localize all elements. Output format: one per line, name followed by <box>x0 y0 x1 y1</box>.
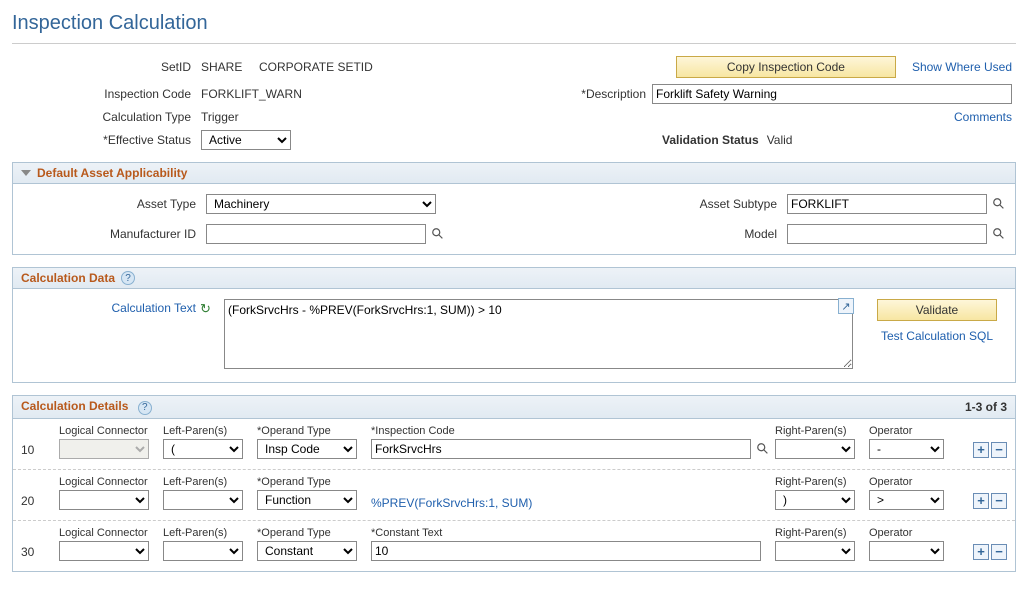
detail-row: 30 Logical Connector Left-Paren(s) Operand … <box>13 521 1015 571</box>
operand-value-label: Inspection Code <box>371 425 771 437</box>
function-link[interactable]: %PREV(ForkSrvcHrs:1, SUM) <box>371 496 532 510</box>
popout-icon[interactable]: ↗ <box>838 298 854 314</box>
row-count: 1-3 of 3 <box>965 400 1007 414</box>
lookup-icon[interactable] <box>430 226 446 242</box>
operand-type-label: Operand Type <box>257 425 367 437</box>
calculation-text-input[interactable]: (ForkSrvcHrs - %PREV(ForkSrvcHrs:1, SUM)… <box>224 299 853 369</box>
header-area: SetID SHARE CORPORATE SETID Copy Inspect… <box>12 56 1016 162</box>
help-icon[interactable]: ? <box>121 271 135 285</box>
left-paren-select[interactable] <box>163 541 243 561</box>
add-row-button[interactable]: + <box>973 442 989 458</box>
help-icon[interactable]: ? <box>138 401 152 415</box>
default-asset-section: Default Asset Applicability Asset Type M… <box>12 162 1016 255</box>
operand-type-select[interactable]: Function <box>257 490 357 510</box>
delete-row-button[interactable]: − <box>991 442 1007 458</box>
logical-connector-select[interactable] <box>59 490 149 510</box>
delete-row-button[interactable]: − <box>991 544 1007 560</box>
add-row-button[interactable]: + <box>973 493 989 509</box>
inspection-code-input[interactable] <box>371 439 751 459</box>
detail-row: 10 Logical Connector Left-Paren(s) ( Operand… <box>13 419 1015 470</box>
operand-type-label: Operand Type <box>257 476 367 488</box>
effective-status-label: Effective Status <box>16 133 201 147</box>
copy-inspection-code-button[interactable]: Copy Inspection Code <box>676 56 896 78</box>
left-paren-label: Left-Paren(s) <box>163 476 253 488</box>
left-paren-label: Left-Paren(s) <box>163 527 253 539</box>
calculation-type-value: Trigger <box>201 110 542 124</box>
row-sequence: 30 <box>21 545 55 561</box>
logical-connector-select <box>59 439 149 459</box>
operand-type-label: Operand Type <box>257 527 367 539</box>
validation-status-label: Validation Status <box>662 133 759 147</box>
right-paren-label: Right-Paren(s) <box>775 527 865 539</box>
left-paren-select[interactable] <box>163 490 243 510</box>
right-paren-select[interactable] <box>775 541 855 561</box>
default-asset-title: Default Asset Applicability <box>37 166 187 180</box>
setid-value: SHARE CORPORATE SETID <box>201 60 542 74</box>
setid-code: SHARE <box>201 60 242 74</box>
detail-row: 20 Logical Connector Left-Paren(s) Operand … <box>13 470 1015 521</box>
calculation-details-section: Calculation Details ? 1-3 of 3 10 Logical… <box>12 395 1016 572</box>
row-sequence: 20 <box>21 494 55 510</box>
details-body: 10 Logical Connector Left-Paren(s) ( Operand… <box>13 419 1015 571</box>
operand-type-select[interactable]: Insp Code <box>257 439 357 459</box>
model-label: Model <box>667 227 787 241</box>
setid-label: SetID <box>16 60 201 74</box>
asset-subtype-input[interactable] <box>787 194 987 214</box>
calculation-data-title: Calculation Data <box>21 271 115 285</box>
model-input[interactable] <box>787 224 987 244</box>
operator-label: Operator <box>869 425 949 437</box>
default-asset-header[interactable]: Default Asset Applicability <box>13 163 1015 184</box>
calculation-data-section: Calculation Data ? Calculation Text ↻ (F… <box>12 267 1016 383</box>
right-paren-select[interactable]: ) <box>775 490 855 510</box>
test-calc-sql-link[interactable]: Test Calculation SQL <box>881 329 993 343</box>
comments-link[interactable]: Comments <box>954 110 1012 124</box>
asset-subtype-label: Asset Subtype <box>667 197 787 211</box>
effective-status-select[interactable]: Active <box>201 130 291 150</box>
inspection-code-value: FORKLIFT_WARN <box>201 87 542 101</box>
inspection-code-label: Inspection Code <box>16 87 201 101</box>
left-paren-select[interactable]: ( <box>163 439 243 459</box>
refresh-icon[interactable]: ↻ <box>200 299 220 317</box>
operand-type-select[interactable]: Constant <box>257 541 357 561</box>
logical-connector-label: Logical Connector <box>59 527 159 539</box>
asset-type-select[interactable]: Machinery <box>206 194 436 214</box>
operator-select[interactable]: - <box>869 439 944 459</box>
delete-row-button[interactable]: − <box>991 493 1007 509</box>
calculation-details-header: Calculation Details ? 1-3 of 3 <box>13 396 1015 419</box>
operator-label: Operator <box>869 527 949 539</box>
operator-label: Operator <box>869 476 949 488</box>
manufacturer-label: Manufacturer ID <box>21 227 206 241</box>
operator-select[interactable] <box>869 541 944 561</box>
calculation-details-title: Calculation Details <box>21 399 128 413</box>
logical-connector-label: Logical Connector <box>59 425 159 437</box>
logical-connector-select[interactable] <box>59 541 149 561</box>
show-where-used-link[interactable]: Show Where Used <box>912 60 1012 74</box>
calculation-type-label: Calculation Type <box>16 110 201 124</box>
validation-status-value: Valid <box>767 133 793 147</box>
lookup-icon[interactable] <box>755 441 771 457</box>
right-paren-select[interactable] <box>775 439 855 459</box>
constant-text-input[interactable] <box>371 541 761 561</box>
description-label: *Description <box>581 87 646 101</box>
logical-connector-label: Logical Connector <box>59 476 159 488</box>
asset-type-label: Asset Type <box>21 197 206 211</box>
collapse-icon <box>21 170 31 176</box>
right-paren-label: Right-Paren(s) <box>775 476 865 488</box>
operator-select[interactable]: > <box>869 490 944 510</box>
setid-desc: CORPORATE SETID <box>259 60 373 74</box>
lookup-icon[interactable] <box>991 196 1007 212</box>
description-input[interactable] <box>652 84 1012 104</box>
calculation-text-link[interactable]: Calculation Text <box>21 299 196 315</box>
right-paren-label: Right-Paren(s) <box>775 425 865 437</box>
lookup-icon[interactable] <box>991 226 1007 242</box>
manufacturer-input[interactable] <box>206 224 426 244</box>
page-title: Inspection Calculation <box>12 8 1016 44</box>
row-sequence: 10 <box>21 443 55 459</box>
operand-value-label: Constant Text <box>371 527 771 539</box>
validate-button[interactable]: Validate <box>877 299 997 321</box>
left-paren-label: Left-Paren(s) <box>163 425 253 437</box>
add-row-button[interactable]: + <box>973 544 989 560</box>
calculation-data-header: Calculation Data ? <box>13 268 1015 289</box>
